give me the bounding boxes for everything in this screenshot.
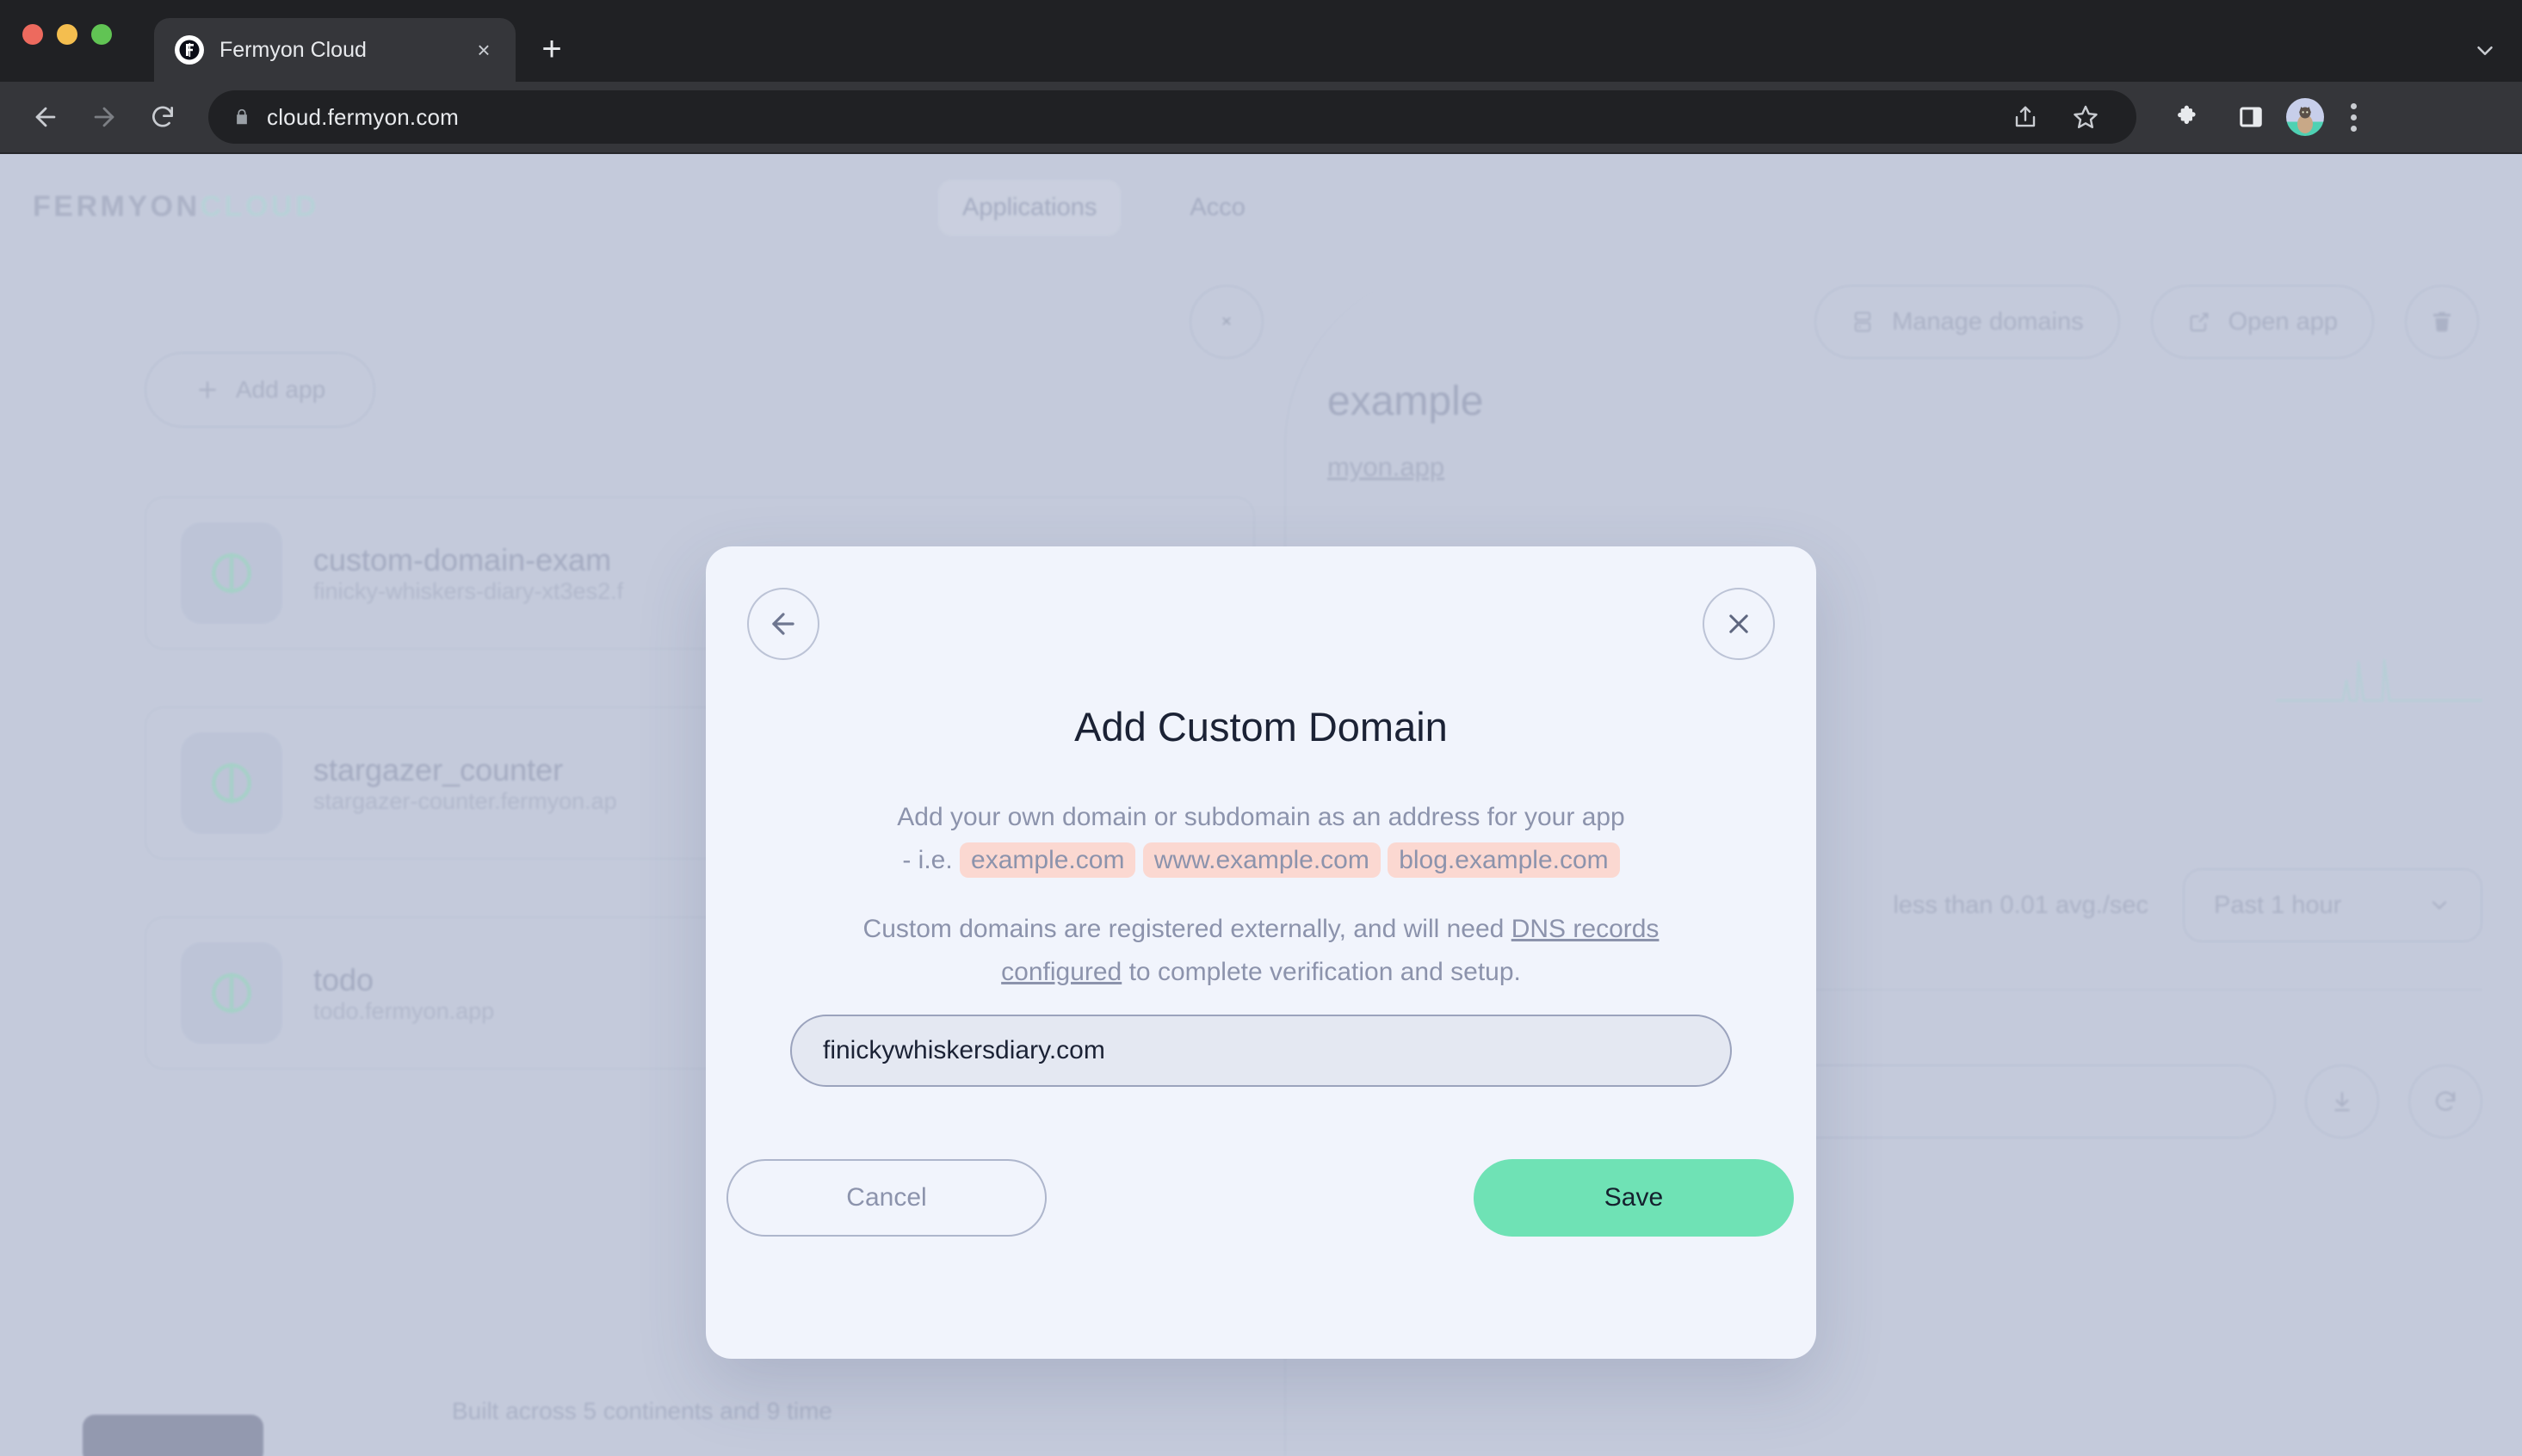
page-viewport: FERMYONCLOUD Applications Acco Add app c…: [0, 154, 2522, 1456]
window-traffic-lights: [22, 24, 112, 45]
back-button[interactable]: [19, 90, 72, 144]
share-icon[interactable]: [1999, 90, 2052, 144]
browser-tab[interactable]: Fermyon Cloud ×: [154, 18, 516, 82]
browser-toolbar: cloud.fermyon.com: [0, 82, 2522, 154]
example-domain-chip-0: example.com: [960, 842, 1136, 878]
example-domain-chip-2: blog.example.com: [1388, 842, 1620, 878]
lock-icon: [232, 108, 251, 126]
close-x-icon: [1729, 614, 1748, 633]
reload-button[interactable]: [136, 90, 189, 144]
address-bar-url: cloud.fermyon.com: [267, 103, 460, 130]
dns-note-after: to complete verification and setup.: [1128, 957, 1521, 986]
tab-list-chevron-down-icon[interactable]: [2472, 38, 2498, 70]
modal-description: Add your own domain or subdomain as an a…: [835, 796, 1687, 881]
modal-dns-note: Custom domains are registered externally…: [800, 908, 1722, 993]
arrow-left-icon: [772, 613, 794, 635]
modal-desc-lead: Add your own domain or subdomain as an a…: [897, 803, 1625, 831]
bookmark-star-icon[interactable]: [2059, 90, 2112, 144]
browser-menu-kebab-icon[interactable]: [2333, 92, 2374, 142]
window-minimize-button[interactable]: [57, 24, 77, 45]
example-domain-chip-1: www.example.com: [1142, 842, 1381, 878]
modal-close-button[interactable]: [1703, 588, 1775, 660]
add-custom-domain-modal: Add Custom Domain Add your own domain or…: [706, 546, 1816, 1359]
cancel-button[interactable]: Cancel: [726, 1159, 1047, 1237]
fermyon-favicon-icon: [175, 35, 204, 65]
side-panel-icon[interactable]: [2224, 90, 2278, 144]
browser-tab-title: Fermyon Cloud: [219, 37, 367, 62]
modal-title: Add Custom Domain: [1074, 704, 1448, 750]
save-button[interactable]: Save: [1474, 1159, 1794, 1237]
custom-domain-input[interactable]: [790, 1015, 1732, 1087]
close-tab-icon[interactable]: ×: [469, 35, 498, 65]
toolbar-actions: [2162, 90, 2374, 144]
modal-desc-prefix: - i.e.: [902, 845, 953, 874]
modal-back-button[interactable]: [747, 588, 819, 660]
window-maximize-button[interactable]: [91, 24, 112, 45]
new-tab-button[interactable]: +: [526, 23, 578, 75]
browser-window: Fermyon Cloud × + cloud.fermyon.com FERM…: [0, 0, 2522, 1456]
address-bar[interactable]: cloud.fermyon.com: [208, 90, 2136, 144]
cat-avatar[interactable]: [2286, 98, 2324, 136]
dns-note-before: Custom domains are registered externally…: [862, 915, 1505, 943]
browser-tab-strip: Fermyon Cloud × +: [0, 0, 2522, 82]
window-close-button[interactable]: [22, 24, 43, 45]
extensions-puzzle-icon[interactable]: [2162, 90, 2216, 144]
forward-button[interactable]: [77, 90, 131, 144]
